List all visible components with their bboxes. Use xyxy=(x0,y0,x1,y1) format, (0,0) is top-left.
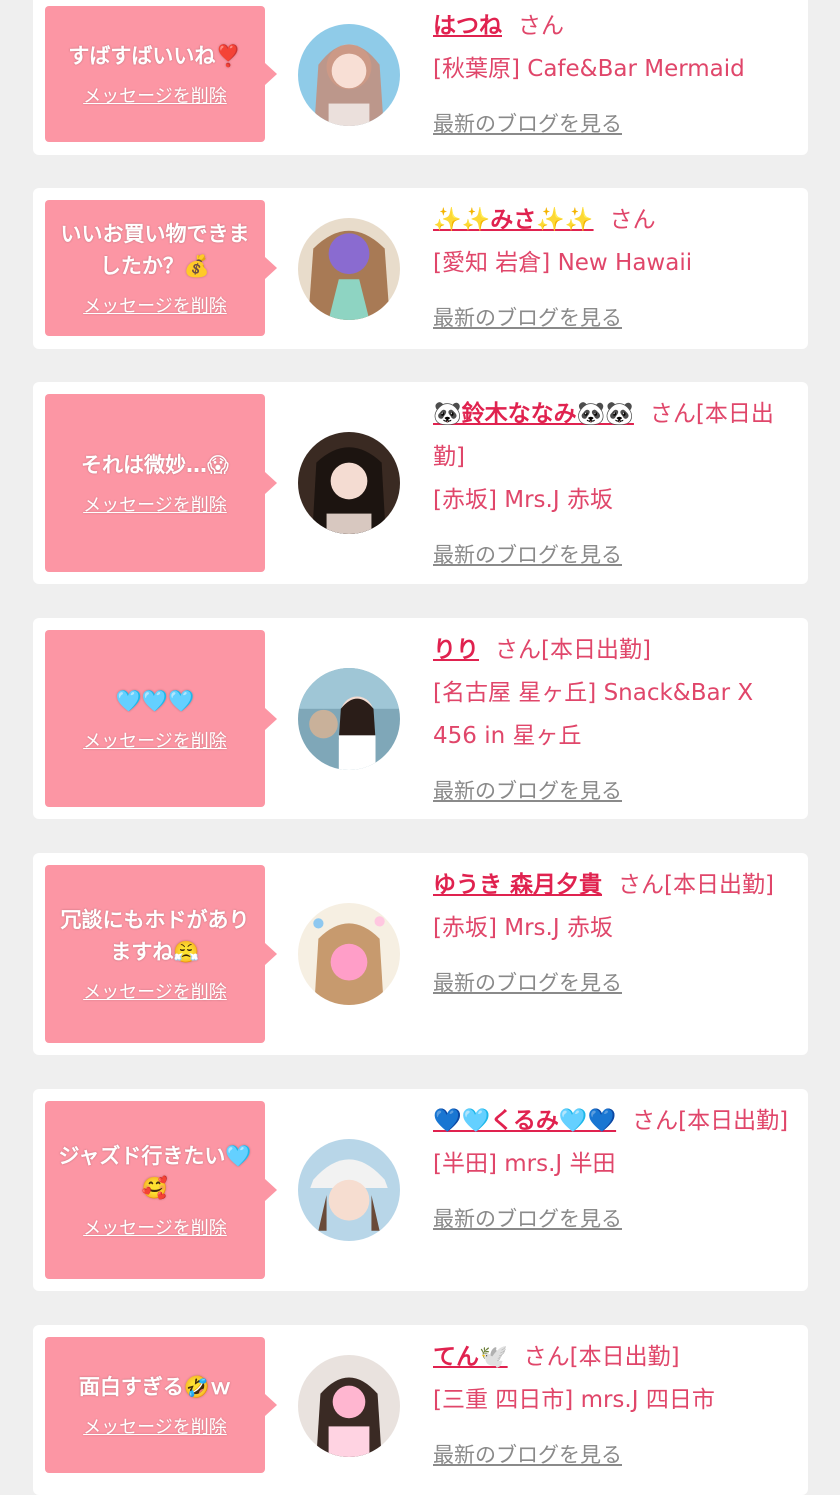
delete-message-link[interactable]: メッセージを削除 xyxy=(83,1214,227,1240)
message-text: いいお買い物できましたか？💰 xyxy=(60,222,250,278)
shop-label: [愛知 岩倉] New Hawaii xyxy=(433,250,693,276)
cast-info: 💙🩵くるみ🩵💙 さん[本日出勤] [半田] mrs.J 半田 最新のブログを見る xyxy=(433,1100,794,1241)
name-suffix: さん xyxy=(518,13,564,39)
delete-message-link[interactable]: メッセージを削除 xyxy=(83,978,227,1004)
message-bubble: ジャズド行きたい🩵🥰 メッセージを削除 xyxy=(45,1101,277,1279)
name-suffix: さん[本日出勤] xyxy=(523,1344,680,1370)
shop-label: [赤坂] Mrs.J 赤坂 xyxy=(433,487,613,513)
delete-message-link[interactable]: メッセージを削除 xyxy=(83,727,227,753)
shop-label: [秋葉原] Cafe&Bar Mermaid xyxy=(433,56,745,82)
delete-message-link[interactable]: メッセージを削除 xyxy=(83,292,227,318)
cast-info: はつね さん [秋葉原] Cafe&Bar Mermaid 最新のブログを見る xyxy=(433,5,794,146)
message-bubble: 面白すぎる🤣ｗ メッセージを削除 xyxy=(45,1337,277,1473)
blog-link[interactable]: 最新のブログを見る xyxy=(433,962,622,1005)
cast-name-link[interactable]: てん🕊️ xyxy=(433,1344,508,1370)
name-suffix: さん[本日出勤] xyxy=(632,1108,789,1134)
message-text: ジャズド行きたい🩵🥰 xyxy=(58,1144,252,1200)
blog-link[interactable]: 最新のブログを見る xyxy=(433,297,622,340)
avatar[interactable] xyxy=(298,1355,400,1457)
cast-info: てん🕊️ さん[本日出勤] [三重 四日市] mrs.J 四日市 最新のブログを見… xyxy=(433,1336,794,1477)
message-bubble: 🩵🩵🩵 メッセージを削除 xyxy=(45,630,277,807)
cast-name-link[interactable]: ✨✨みさ✨✨ xyxy=(433,207,594,233)
shop-label: [半田] mrs.J 半田 xyxy=(433,1151,616,1177)
shop-label: [赤坂] Mrs.J 赤坂 xyxy=(433,915,613,941)
blog-link[interactable]: 最新のブログを見る xyxy=(433,1198,622,1241)
message-text: 面白すぎる🤣ｗ xyxy=(78,1375,232,1399)
name-suffix: さん[本日出勤] xyxy=(495,637,651,663)
list-item: ジャズド行きたい🩵🥰 メッセージを削除 💙🩵くるみ🩵💙 さん[本日出勤] [半田]… xyxy=(33,1089,808,1291)
avatar[interactable] xyxy=(298,1139,400,1241)
blog-link[interactable]: 最新のブログを見る xyxy=(433,103,622,146)
message-text: 🩵🩵🩵 xyxy=(115,688,195,713)
list-item: それは微妙…😱 メッセージを削除 🐼鈴木ななみ🐼🐼 さん[本日出勤] [赤坂] M… xyxy=(33,382,808,584)
name-suffix: さん[本日出勤] xyxy=(618,872,774,898)
cast-info: ゆうき 森月夕貴 さん[本日出勤] [赤坂] Mrs.J 赤坂 最新のブログを見る xyxy=(433,864,794,1005)
message-text: それは微妙…😱 xyxy=(81,453,229,477)
cast-name-link[interactable]: 💙🩵くるみ🩵💙 xyxy=(433,1108,616,1134)
cast-info: りり さん[本日出勤] [名古屋 星ヶ丘] Snack&Bar X 456 in … xyxy=(433,629,794,813)
cast-name-link[interactable]: はつね xyxy=(433,13,502,39)
delete-message-link[interactable]: メッセージを削除 xyxy=(83,491,227,517)
message-text: 冗談にもホドがありますね😤 xyxy=(60,908,250,964)
delete-message-link[interactable]: メッセージを削除 xyxy=(83,82,227,108)
shop-label: [三重 四日市] mrs.J 四日市 xyxy=(433,1387,715,1413)
name-suffix: さん xyxy=(609,207,656,233)
avatar[interactable] xyxy=(298,218,400,320)
message-bubble: それは微妙…😱 メッセージを削除 xyxy=(45,394,277,572)
delete-message-link[interactable]: メッセージを削除 xyxy=(83,1413,227,1439)
message-bubble: いいお買い物できましたか？💰 メッセージを削除 xyxy=(45,200,277,336)
shop-label: [名古屋 星ヶ丘] Snack&Bar X 456 in 星ヶ丘 xyxy=(433,680,754,749)
list-item: 冗談にもホドがありますね😤 メッセージを削除 ゆうき 森月夕貴 さん[本日出勤] … xyxy=(33,853,808,1055)
avatar[interactable] xyxy=(298,432,400,534)
cast-name-link[interactable]: 🐼鈴木ななみ🐼🐼 xyxy=(433,401,634,427)
blog-link[interactable]: 最新のブログを見る xyxy=(433,770,622,813)
avatar[interactable] xyxy=(298,24,400,126)
blog-link[interactable]: 最新のブログを見る xyxy=(433,1434,622,1477)
list-item: すばすばいいね❣️ メッセージを削除 はつね さん [秋葉原] Cafe&Bar … xyxy=(33,0,808,155)
message-text: すばすばいいね❣️ xyxy=(68,44,242,68)
message-bubble: すばすばいいね❣️ メッセージを削除 xyxy=(45,6,277,142)
list-item: いいお買い物できましたか？💰 メッセージを削除 ✨✨みさ✨✨ さん [愛知 岩倉]… xyxy=(33,188,808,349)
cast-info: 🐼鈴木ななみ🐼🐼 さん[本日出勤] [赤坂] Mrs.J 赤坂 最新のブログを見る xyxy=(433,393,794,577)
cast-name-link[interactable]: りり xyxy=(433,637,479,663)
list-item: 面白すぎる🤣ｗ メッセージを削除 てん🕊️ さん[本日出勤] [三重 四日市] m… xyxy=(33,1325,808,1495)
blog-link[interactable]: 最新のブログを見る xyxy=(433,534,622,577)
avatar[interactable] xyxy=(298,668,400,770)
avatar[interactable] xyxy=(298,903,400,1005)
cast-info: ✨✨みさ✨✨ さん [愛知 岩倉] New Hawaii 最新のブログを見る xyxy=(433,199,794,340)
message-bubble: 冗談にもホドがありますね😤 メッセージを削除 xyxy=(45,865,277,1043)
cast-name-link[interactable]: ゆうき 森月夕貴 xyxy=(433,872,602,898)
list-item: 🩵🩵🩵 メッセージを削除 りり さん[本日出勤] [名古屋 星ヶ丘] Snack&… xyxy=(33,618,808,819)
